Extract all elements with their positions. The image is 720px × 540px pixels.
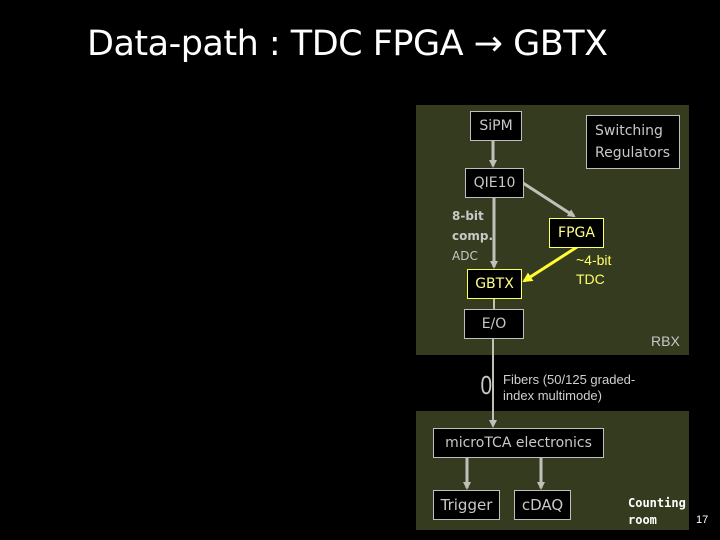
fibers-label-line-1: Fibers (50/125 graded- (503, 372, 636, 387)
fibers-label: Fibers (50/125 graded- index multimode) (503, 372, 635, 404)
rbx-label: RBX (651, 333, 680, 349)
switching-regulators-line-1: Switching (595, 123, 663, 139)
connector-layer (463, 140, 578, 490)
arrow-qie10-to-fpga (522, 181, 576, 218)
tdc-label-line-2: TDC (576, 271, 605, 287)
gbtx-box: GBTX (467, 269, 522, 299)
counting-room-label-line-1: Counting (628, 496, 686, 510)
adc-label-line-2: comp. (452, 229, 494, 243)
cdaq-box: cDAQ (514, 490, 571, 520)
trigger-box: Trigger (433, 490, 500, 520)
switching-regulators-box: Switching Regulators (586, 115, 680, 169)
arrow-fpga-to-gbtx (522, 245, 578, 283)
tdc-label-line-1: ~4-bit (576, 252, 612, 268)
page-number: 17 (696, 514, 709, 526)
qie10-box: QIE10 (465, 168, 524, 198)
sipm-box: SiPM (470, 111, 522, 141)
fpga-box: FPGA (549, 218, 604, 248)
counting-room-label-line-2: room (628, 513, 657, 527)
fibers-label-line-2: index multimode) (503, 388, 602, 403)
eo-box: E/O (464, 309, 524, 339)
adc-label: 8-bit comp. ADC (452, 206, 493, 266)
adc-label-line-3: ADC (452, 249, 478, 263)
microtca-box: microTCA electronics (433, 428, 604, 458)
tdc-label: ~4-bit TDC (576, 251, 611, 289)
counting-room-label: Counting room (628, 495, 686, 529)
adc-label-line-1: 8-bit (452, 209, 484, 223)
switching-regulators-line-2: Regulators (595, 145, 671, 161)
fiber-bundle-icon: 0 (480, 370, 493, 400)
